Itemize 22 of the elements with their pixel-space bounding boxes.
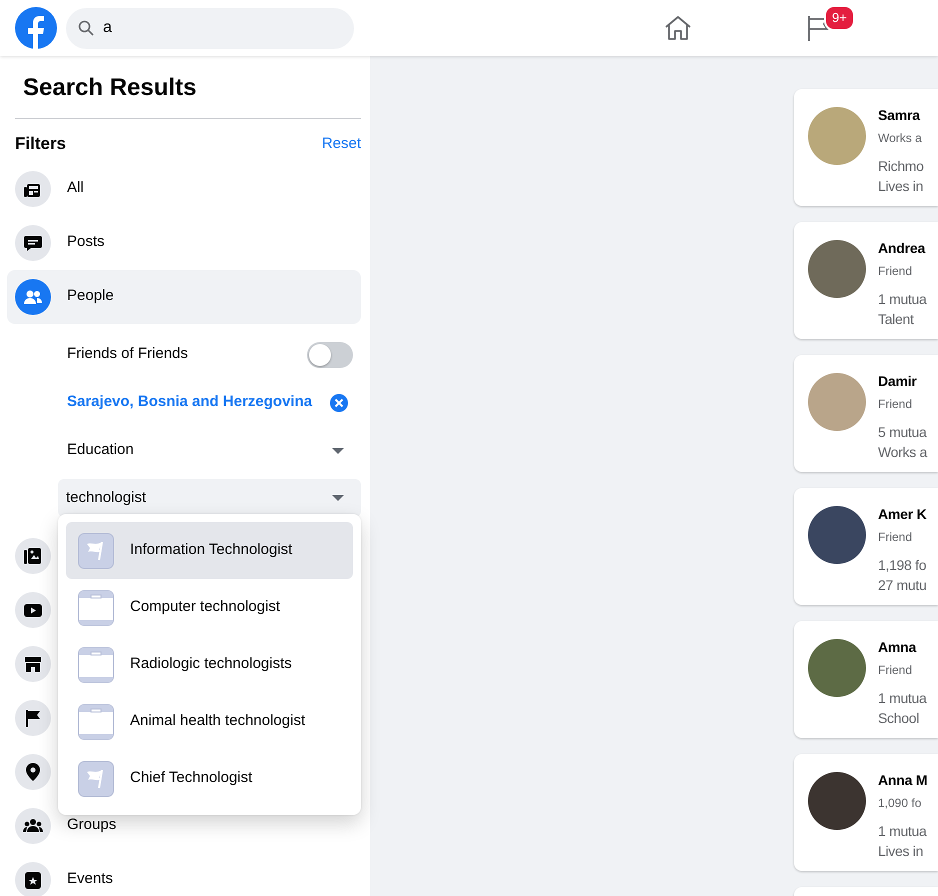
person-detail: 1,198 fo bbox=[878, 556, 927, 575]
person-detail: School bbox=[878, 709, 920, 728]
person-subtitle: Works a bbox=[878, 130, 923, 147]
friends-of-friends-label: Friends of Friends bbox=[67, 344, 188, 364]
filters-heading: Filters bbox=[15, 133, 66, 155]
person-detail: Richmo bbox=[878, 157, 924, 176]
person-detail: Lives in bbox=[878, 177, 924, 196]
person-detail: 1 mutua bbox=[878, 689, 926, 708]
person-subtitle: 1,090 fo bbox=[878, 795, 922, 812]
search-results-title: Search Results bbox=[15, 70, 361, 119]
person-subtitle: Friend bbox=[878, 263, 914, 280]
person-detail: 27 mutu bbox=[878, 576, 927, 595]
person-subtitle: Friend bbox=[878, 529, 914, 546]
person-detail: Talent bbox=[878, 310, 915, 329]
notification-badge: 9+ bbox=[824, 5, 855, 30]
person-subtitle: Friend bbox=[878, 662, 914, 679]
person-detail: 1 mutua bbox=[878, 822, 928, 841]
person-detail: Works a bbox=[878, 443, 927, 462]
person-subtitle: Friend bbox=[878, 396, 914, 413]
person-detail: 5 mutua bbox=[878, 423, 927, 442]
person-detail: 1 mutua bbox=[878, 290, 926, 309]
person-detail: Lives in bbox=[878, 842, 924, 861]
